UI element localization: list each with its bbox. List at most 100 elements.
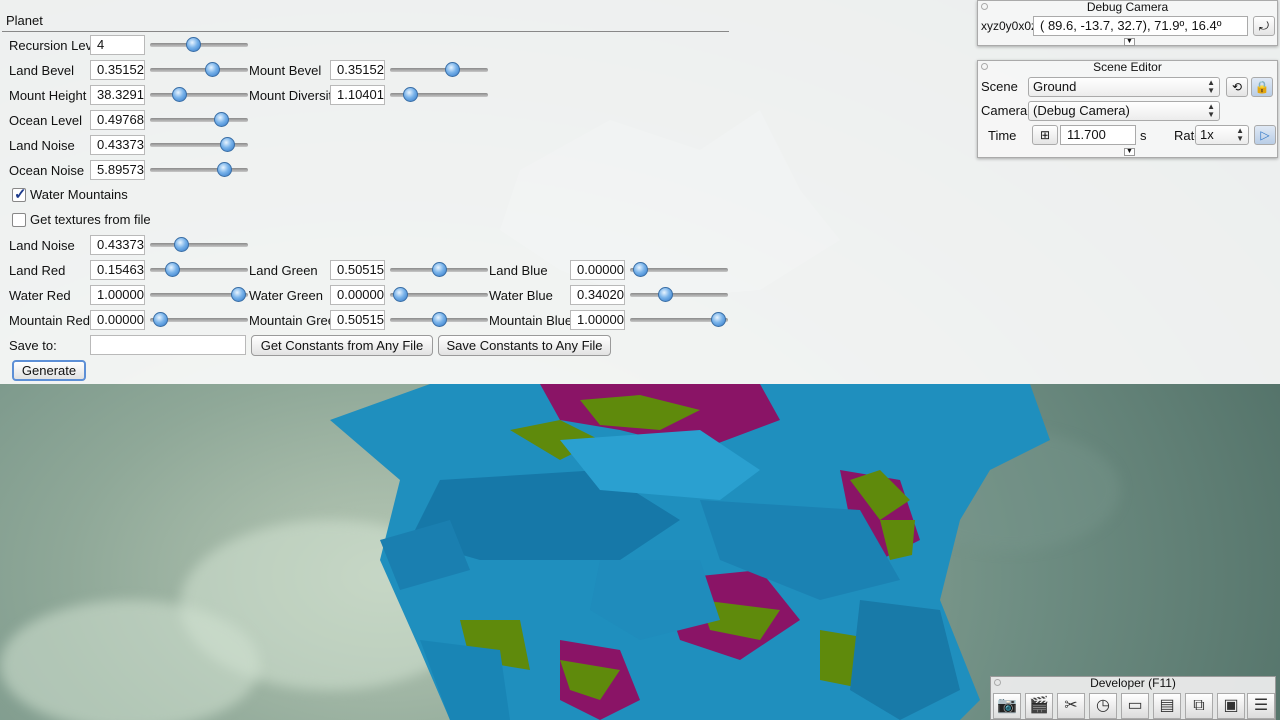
water-blue-input[interactable]: 0.34020 <box>570 285 625 305</box>
mount-bevel-label: Mount Bevel <box>249 63 322 78</box>
developer-dock-title: Developer (F11) <box>1090 676 1176 690</box>
camera-select[interactable]: (Debug Camera) ▲ ▼ <box>1028 101 1220 121</box>
debug-camera-window: Debug Camera xyz0y0x0z ( 89.6, -13.7, 32… <box>977 0 1278 46</box>
mountain-red-input[interactable]: 0.00000 <box>90 310 145 330</box>
slider-knob[interactable] <box>204 62 220 77</box>
water-blue-slider[interactable] <box>630 287 728 303</box>
chevron-down-icon[interactable]: ▼ <box>1124 148 1135 156</box>
scene-select-value: Ground <box>1033 79 1077 94</box>
windows-icon[interactable]: ⧉ <box>1185 693 1213 719</box>
land-green-input[interactable]: 0.50515 <box>330 260 385 280</box>
camera-icon[interactable]: 📷 <box>993 693 1021 719</box>
monitor-icon[interactable]: ▣ <box>1217 693 1245 719</box>
land-red-slider[interactable] <box>150 262 248 278</box>
water-mountains-checkbox[interactable]: ✓ <box>12 186 27 203</box>
mount-bevel-input[interactable]: 0.35152 <box>330 60 385 80</box>
mount-height-slider[interactable] <box>150 87 248 103</box>
clapperboard-icon[interactable]: 🎬 <box>1025 693 1053 719</box>
lock-icon[interactable]: 🔒 <box>1251 77 1273 97</box>
land-bevel-slider[interactable] <box>150 62 248 78</box>
mount-diversity-input[interactable]: 1.10401 <box>330 85 385 105</box>
save-to-input[interactable] <box>90 335 246 355</box>
ocean-noise-slider[interactable] <box>150 162 248 178</box>
scene-editor-window: Scene Editor Scene Ground ▲ ▼ ⟲ 🔒 Camera … <box>977 60 1278 158</box>
play-icon[interactable]: ▷ <box>1254 125 1276 145</box>
water-green-input[interactable]: 0.00000 <box>330 285 385 305</box>
water-red-slider[interactable] <box>150 287 248 303</box>
terminal-icon[interactable]: ▤ <box>1153 693 1181 719</box>
land-noise-slider[interactable] <box>150 137 248 153</box>
camera-reset-icon[interactable]: ⤾ <box>1253 16 1275 36</box>
time-label: Time <box>988 128 1017 143</box>
rate-select[interactable]: 1x ▲ ▼ <box>1195 125 1249 145</box>
slider-knob[interactable] <box>402 87 418 102</box>
slider-knob[interactable] <box>217 162 233 177</box>
slider-knob[interactable] <box>174 237 190 252</box>
slider-knob[interactable] <box>432 262 447 277</box>
land-blue-input[interactable]: 0.00000 <box>570 260 625 280</box>
ocean-level-slider[interactable] <box>150 112 248 128</box>
mount-bevel-slider[interactable] <box>390 62 488 78</box>
water-green-slider[interactable] <box>390 287 488 303</box>
slider-knob[interactable] <box>213 112 229 127</box>
save-to-label: Save to: <box>9 338 57 353</box>
mountain-blue-input[interactable]: 1.00000 <box>570 310 625 330</box>
chevron-down-icon[interactable]: ▼ <box>1124 38 1135 46</box>
land-blue-slider[interactable] <box>630 262 728 278</box>
slider-knob[interactable] <box>658 287 674 302</box>
textures-from-file-label: Get textures from file <box>30 212 151 227</box>
textures-from-file-checkbox[interactable] <box>12 213 26 227</box>
ocean-noise-label: Ocean Noise <box>9 163 85 178</box>
camera-coords-field[interactable]: ( 89.6, -13.7, 32.7), 71.9º, 16.4º <box>1033 16 1248 36</box>
mountain-green-slider[interactable] <box>390 312 488 328</box>
mountain-green-input[interactable]: 0.50515 <box>330 310 385 330</box>
land-noise-input[interactable]: 0.43373 <box>90 135 145 155</box>
mountain-blue-slider[interactable] <box>630 312 728 328</box>
panel-title: Planet <box>6 13 43 28</box>
save-constants-button[interactable]: Save Constants to Any File <box>438 335 611 356</box>
ocean-level-input[interactable]: 0.49768 <box>90 110 145 130</box>
clock-icon[interactable]: ◷ <box>1089 693 1117 719</box>
land-green-slider[interactable] <box>390 262 488 278</box>
recursion-level-slider[interactable] <box>150 37 248 53</box>
land-green-label: Land Green <box>249 263 318 278</box>
slider-knob[interactable] <box>632 262 648 277</box>
mountain-blue-label: Mountain Blue <box>489 313 573 328</box>
slider-knob[interactable] <box>152 312 168 327</box>
ocean-noise-input[interactable]: 5.89573 <box>90 160 145 180</box>
developer-dock: Developer (F11) 📷 🎬 ✂ ◷ ▭ ▤ ⧉ ▣ ☰ <box>990 676 1276 720</box>
land-red-input[interactable]: 0.15463 <box>90 260 145 280</box>
scene-select[interactable]: Ground ▲ ▼ <box>1028 77 1220 97</box>
land-noise-2-slider[interactable] <box>150 237 248 253</box>
land-bevel-input[interactable]: 0.35152 <box>90 60 145 80</box>
coords-label: xyz0y0x0z <box>981 19 1038 33</box>
slider-knob[interactable] <box>186 37 202 52</box>
water-red-input[interactable]: 1.00000 <box>90 285 145 305</box>
slider-knob[interactable] <box>444 62 460 77</box>
film-icon[interactable]: ⊞ <box>1032 125 1058 145</box>
slider-knob[interactable] <box>164 262 180 277</box>
slider-knob[interactable] <box>711 312 727 327</box>
land-noise-label: Land Noise <box>9 138 75 153</box>
slider-knob[interactable] <box>220 137 236 152</box>
time-input[interactable]: 11.700 <box>1060 125 1136 145</box>
recursion-level-input[interactable]: 4 <box>90 35 145 55</box>
tools-icon[interactable]: ✂ <box>1057 693 1085 719</box>
slider-knob[interactable] <box>172 87 188 102</box>
slider-knob[interactable] <box>392 287 408 302</box>
camera-label: Camera <box>981 103 1028 118</box>
land-noise-2-input[interactable]: 0.43373 <box>90 235 145 255</box>
slider-knob[interactable] <box>231 287 247 302</box>
slider-knob[interactable] <box>432 312 447 327</box>
get-constants-button[interactable]: Get Constants from Any File <box>251 335 433 356</box>
refresh-icon[interactable]: ⟲ <box>1226 77 1248 97</box>
document-icon[interactable]: ☰ <box>1247 693 1275 719</box>
water-red-label: Water Red <box>9 288 71 303</box>
mountain-green-label: Mountain Green <box>249 313 343 328</box>
generate-button[interactable]: Generate <box>12 360 86 381</box>
mountain-red-slider[interactable] <box>150 312 248 328</box>
water-green-label: Water Green <box>249 288 323 303</box>
mount-diversity-slider[interactable] <box>390 87 488 103</box>
mount-height-input[interactable]: 38.3291 <box>90 85 145 105</box>
note-icon[interactable]: ▭ <box>1121 693 1149 719</box>
